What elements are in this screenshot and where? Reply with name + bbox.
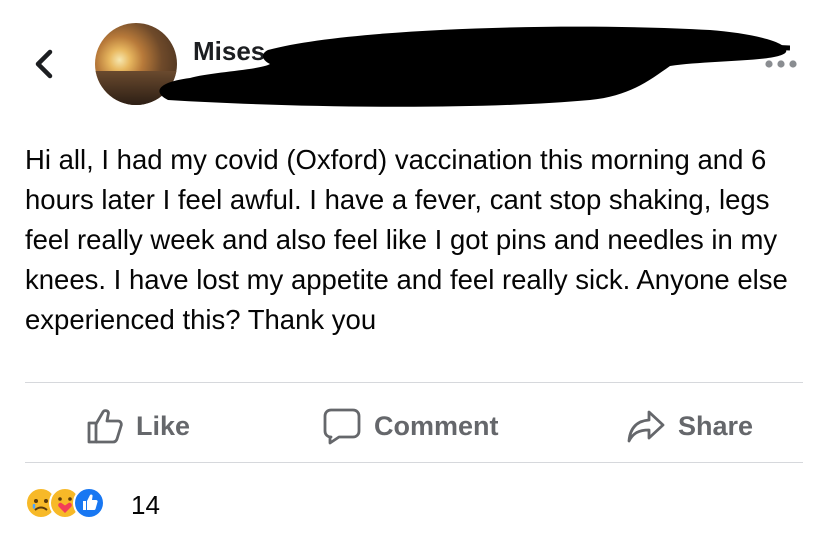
- like-reaction-icon: [73, 487, 105, 519]
- reaction-count[interactable]: 14: [131, 490, 160, 521]
- comment-label: Comment: [374, 410, 499, 441]
- share-label: Share: [678, 410, 754, 441]
- reactions-summary[interactable]: [25, 487, 125, 521]
- comment-bubble-icon: [323, 408, 361, 445]
- like-button[interactable]: Like: [86, 404, 190, 448]
- redaction-scribble: [159, 26, 790, 107]
- back-button[interactable]: [28, 44, 62, 84]
- like-label: Like: [136, 410, 191, 441]
- divider-top: [25, 382, 803, 383]
- thumbs-up-icon: [87, 409, 123, 444]
- share-button[interactable]: Share: [626, 404, 753, 448]
- divider-bottom: [25, 462, 803, 463]
- more-dots-icon[interactable]: [764, 58, 798, 70]
- comment-button[interactable]: Comment: [322, 404, 499, 448]
- post-text: Hi all, I had my covid (Oxford) vaccinat…: [25, 144, 788, 335]
- chevron-left-icon: [35, 49, 53, 79]
- share-arrow-icon: [627, 410, 665, 443]
